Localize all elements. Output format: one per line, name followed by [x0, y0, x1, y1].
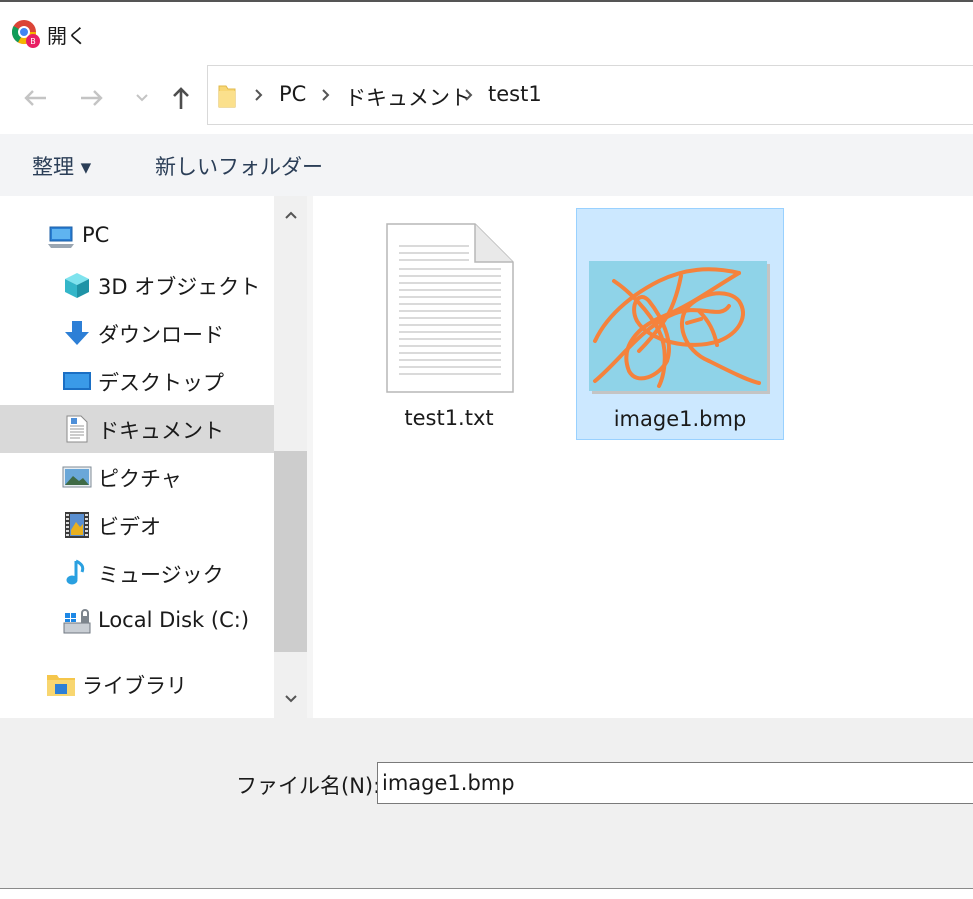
arrow-right-icon — [81, 90, 103, 106]
pc-icon — [48, 226, 74, 248]
scroll-down-button[interactable] — [274, 682, 307, 716]
nav-item-libraries[interactable]: ライブラリ — [0, 660, 274, 708]
file-name: image1.bmp — [613, 407, 747, 431]
navigation-pane: PC 3D オブジェクト ダウンロード デスクトップ ドキュメント ピクチャ ビ… — [0, 196, 274, 718]
address-bar[interactable]: PC ドキュメント test1 — [207, 65, 973, 125]
documents-icon — [66, 415, 88, 443]
local-disk-icon — [63, 609, 91, 634]
chevron-down-icon — [284, 695, 297, 703]
nav-item-videos[interactable]: ビデオ — [0, 501, 274, 549]
file-list: test1.txt image1.bmp — [313, 196, 973, 718]
nav-item-desktop[interactable]: デスクトップ — [0, 357, 274, 405]
svg-text:B: B — [30, 37, 36, 46]
nav-pane-scrollbar[interactable] — [274, 196, 307, 718]
nav-item-label: ミュージック — [98, 563, 224, 587]
chevron-right-icon — [255, 89, 263, 101]
forward-button[interactable] — [74, 80, 110, 116]
filename-label: ファイル名(N): — [236, 774, 381, 798]
folder-icon — [218, 85, 236, 108]
nav-item-label: PC — [82, 223, 110, 247]
text-file-icon — [386, 223, 514, 393]
nav-item-downloads[interactable]: ダウンロード — [0, 309, 274, 357]
chevron-right-icon — [465, 89, 473, 101]
nav-item-pictures[interactable]: ピクチャ — [0, 453, 274, 501]
download-icon — [65, 321, 89, 345]
chevron-down-icon — [136, 94, 148, 102]
pictures-icon — [62, 466, 92, 488]
up-button[interactable] — [163, 80, 199, 116]
chevron-right-icon — [322, 89, 330, 101]
scroll-up-button[interactable] — [274, 198, 307, 232]
music-icon — [66, 559, 85, 585]
file-item-test1-txt[interactable]: test1.txt — [345, 208, 553, 440]
bitmap-thumbnail — [589, 261, 770, 394]
breadcrumb-pc[interactable]: PC — [279, 82, 306, 106]
recent-locations-button[interactable] — [124, 80, 160, 116]
nav-item-local-disk[interactable]: Local Disk (C:) — [0, 598, 274, 646]
arrow-left-icon — [24, 90, 46, 106]
file-name: test1.txt — [404, 406, 494, 430]
nav-item-label: デスクトップ — [98, 371, 224, 395]
command-bar: 整理 ▾ 新しいフォルダー — [0, 134, 973, 196]
libraries-icon — [47, 675, 75, 696]
nav-item-label: ドキュメント — [98, 419, 224, 443]
nav-item-label: ピクチャ — [98, 467, 182, 491]
videos-icon — [65, 512, 89, 538]
navigation-bar: PC ドキュメント test1 — [0, 60, 973, 134]
browser-app-icon: B — [11, 20, 40, 48]
breadcrumb-test1[interactable]: test1 — [488, 82, 542, 106]
back-button[interactable] — [17, 80, 53, 116]
nav-item-label: ダウンロード — [98, 323, 224, 347]
filename-bar: ファイル名(N): — [0, 718, 973, 888]
filename-input[interactable] — [377, 762, 973, 804]
scroll-thumb[interactable] — [274, 451, 307, 652]
window-title: 開く — [47, 24, 87, 48]
title-bar: B 開く — [0, 4, 973, 60]
nav-item-label: ビデオ — [98, 515, 161, 539]
nav-item-documents[interactable]: ドキュメント — [0, 405, 274, 453]
nav-item-label: Local Disk (C:) — [98, 608, 250, 632]
chevron-up-icon — [284, 211, 297, 219]
arrow-up-icon — [173, 87, 189, 109]
new-folder-button[interactable]: 新しいフォルダー — [155, 151, 323, 181]
nav-item-pc[interactable]: PC — [0, 213, 274, 261]
breadcrumb-documents[interactable]: ドキュメント — [345, 82, 471, 112]
open-file-dialog: B 開く PC ドキュメント test1 整理 ▾ 新しいフォルダー PC 3D… — [0, 0, 973, 899]
nav-item-music[interactable]: ミュージック — [0, 549, 274, 597]
desktop-icon — [63, 372, 91, 390]
nav-item-3d-objects[interactable]: 3D オブジェクト — [0, 261, 274, 309]
3d-objects-icon — [65, 273, 89, 298]
organize-button[interactable]: 整理 ▾ — [32, 151, 91, 181]
nav-item-label: 3D オブジェクト — [98, 275, 261, 299]
file-item-image1-bmp[interactable]: image1.bmp — [576, 208, 784, 440]
window-bottom-edge — [0, 888, 973, 899]
nav-item-label: ライブラリ — [82, 674, 187, 698]
